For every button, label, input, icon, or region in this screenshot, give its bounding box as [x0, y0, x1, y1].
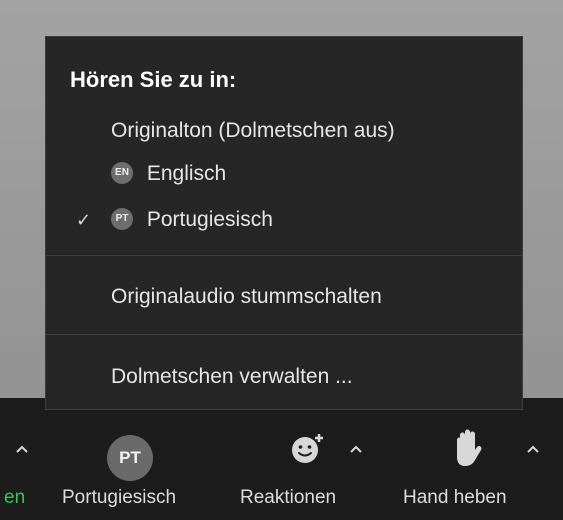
menu-divider: [46, 334, 522, 335]
chevron-up-icon[interactable]: [523, 440, 543, 460]
menu-item-original-audio[interactable]: Originalton (Dolmetschen aus): [46, 109, 522, 153]
menu-item-label: Originalton (Dolmetschen aus): [111, 119, 395, 142]
menu-item-label: Originalaudio stummschalten: [111, 285, 382, 308]
reaction-smiley-icon[interactable]: [289, 430, 325, 466]
chevron-up-icon[interactable]: [346, 440, 366, 460]
checkmark-icon: ✓: [76, 210, 92, 230]
menu-divider: [46, 255, 522, 256]
menu-item-manage-interpretation[interactable]: Dolmetschen verwalten ...: [46, 355, 522, 399]
menu-item-label: Portugiesisch: [146, 208, 273, 231]
meeting-toolbar: en PT Portugiesisch Reaktionen Hand hebe…: [0, 398, 563, 520]
portuguese-language-icon: PT: [111, 207, 133, 230]
reactions-label[interactable]: Reaktionen: [240, 487, 336, 509]
menu-item-mute-original-audio[interactable]: Originalaudio stummschalten: [46, 275, 522, 319]
raise-hand-label[interactable]: Hand heben: [403, 487, 507, 509]
chevron-up-icon[interactable]: [12, 440, 32, 460]
raise-hand-icon[interactable]: [450, 428, 484, 468]
menu-title: Hören Sie zu in:: [70, 67, 237, 92]
menu-item-english[interactable]: EN Englisch: [46, 152, 522, 196]
english-language-icon: EN: [111, 161, 133, 184]
menu-item-label: Englisch: [146, 162, 227, 185]
meeting-window: en PT Portugiesisch Reaktionen Hand hebe…: [0, 0, 563, 520]
menu-item-portuguese[interactable]: ✓ PT Portugiesisch: [46, 198, 522, 242]
partial-toolbar-label[interactable]: en: [4, 487, 25, 509]
menu-item-label: Dolmetschen verwalten ...: [111, 365, 353, 388]
interpretation-avatar[interactable]: PT: [107, 435, 153, 481]
interpretation-label[interactable]: Portugiesisch: [62, 487, 176, 509]
interpretation-menu: Hören Sie zu in: Originalton (Dolmetsche…: [45, 36, 523, 410]
